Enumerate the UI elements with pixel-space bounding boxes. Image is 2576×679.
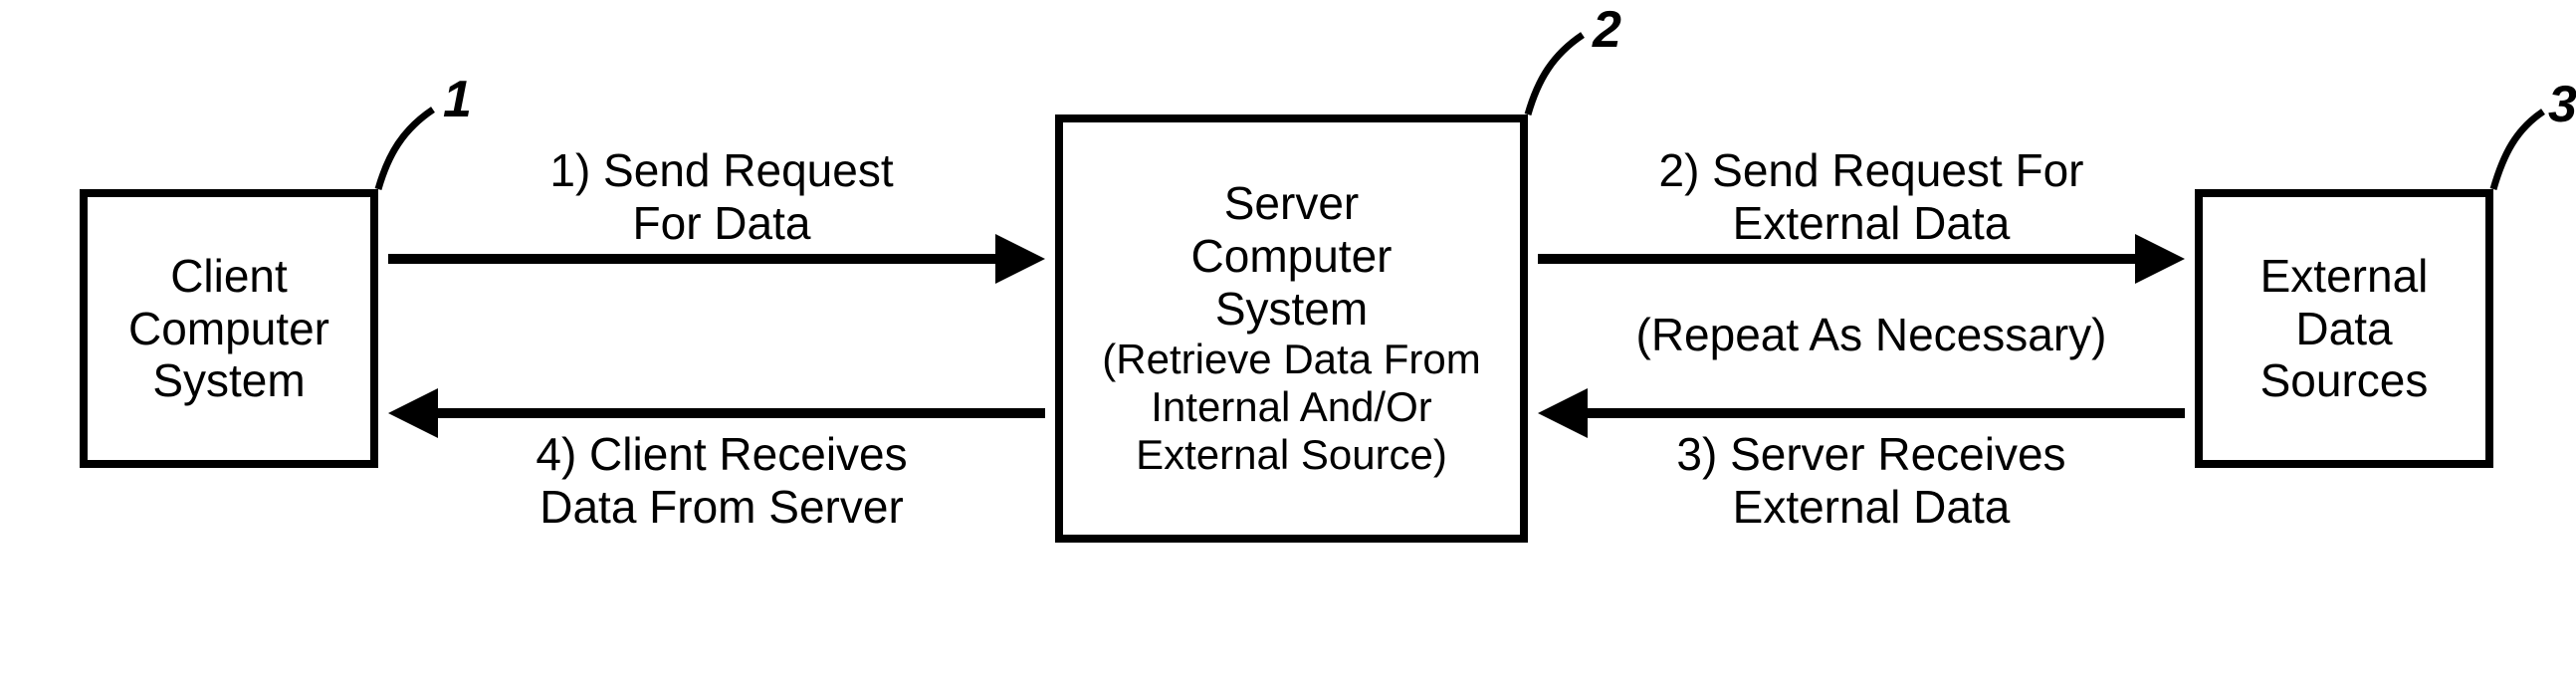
- edge4-label: 4) Client Receives Data From Server: [488, 428, 956, 534]
- edge1-line2: For Data: [488, 197, 956, 250]
- edge2-line1: 2) Send Request For: [1612, 144, 2130, 197]
- client-line3: System: [152, 354, 305, 407]
- server-line2: Computer: [1191, 230, 1393, 283]
- server-ref-label: 2: [1593, 0, 1621, 60]
- edge3-line2: External Data: [1632, 481, 2110, 534]
- server-sub2: Internal And/Or: [1151, 383, 1432, 431]
- edge4-line2: Data From Server: [488, 481, 956, 534]
- external-ref-label: 3: [2548, 75, 2576, 134]
- edge1-label: 1) Send Request For Data: [488, 144, 956, 250]
- edge3-label: 3) Server Receives External Data: [1632, 428, 2110, 534]
- edge1-line1: 1) Send Request: [488, 144, 956, 197]
- diagram-canvas: Client Computer System 1 Server Computer…: [0, 0, 2576, 679]
- external-line1: External: [2260, 250, 2429, 303]
- server-line1: Server: [1224, 177, 1359, 230]
- edge2-label: 2) Send Request For External Data: [1612, 144, 2130, 250]
- client-line1: Client: [170, 250, 288, 303]
- external-line3: Sources: [2260, 354, 2429, 407]
- client-ref-label: 1: [443, 70, 472, 129]
- edge3-line1: 3) Server Receives: [1632, 428, 2110, 481]
- edge4-line1: 4) Client Receives: [488, 428, 956, 481]
- server-sub1: (Retrieve Data From: [1102, 336, 1480, 383]
- edge2-note: (Repeat As Necessary): [1603, 309, 2140, 361]
- server-sub3: External Source): [1136, 431, 1447, 479]
- client-box: Client Computer System: [80, 189, 378, 468]
- server-line3: System: [1215, 283, 1368, 336]
- client-line2: Computer: [128, 303, 329, 355]
- edge2-note-line1: (Repeat As Necessary): [1603, 309, 2140, 361]
- edge2-line2: External Data: [1612, 197, 2130, 250]
- external-line2: Data: [2295, 303, 2392, 355]
- server-box: Server Computer System (Retrieve Data Fr…: [1055, 114, 1528, 543]
- external-box: External Data Sources: [2195, 189, 2493, 468]
